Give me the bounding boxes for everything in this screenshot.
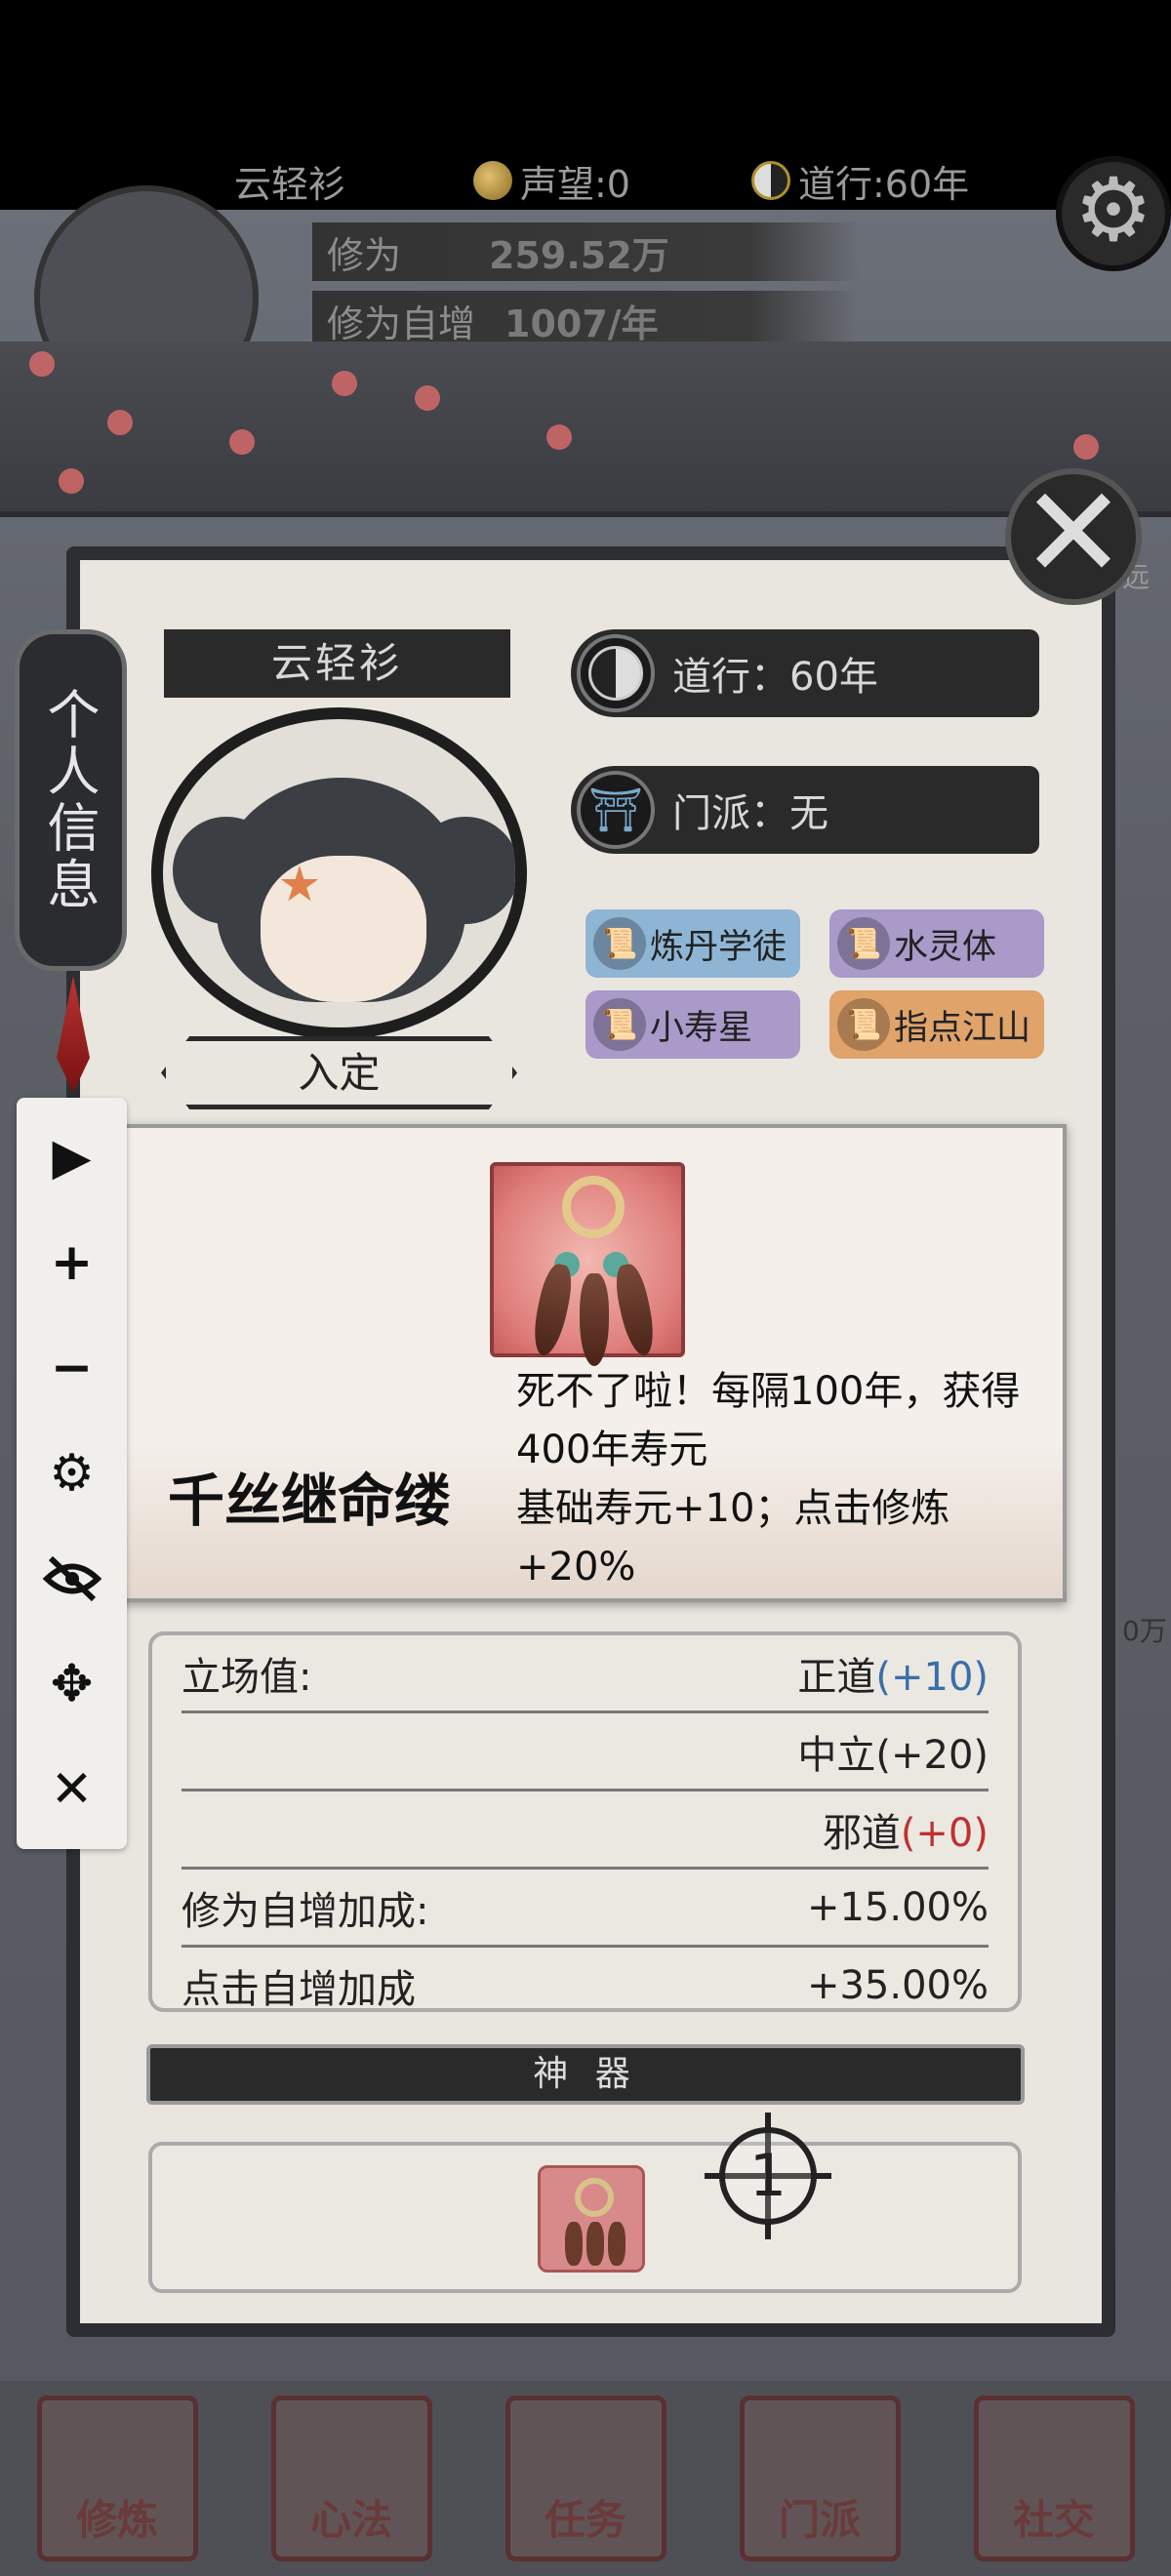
blossom: [59, 468, 84, 494]
nav-sect[interactable]: 门派: [739, 2395, 901, 2561]
click-bonus-label: 点击自增加成: [182, 1966, 416, 2012]
daoxing-text: 道行:60年: [798, 162, 970, 206]
artifact-header: 神 器: [146, 2044, 1025, 2105]
edge-value: 0万: [1122, 1615, 1167, 1647]
eye-off-icon[interactable]: [34, 1541, 109, 1616]
minus-icon[interactable]: −: [34, 1330, 109, 1405]
tag-label: 炼丹学徒: [650, 927, 787, 967]
blossom: [415, 385, 440, 411]
tag-guide-realm[interactable]: 📜 指点江山: [829, 990, 1044, 1059]
hud-name-text: 云轻衫: [234, 162, 346, 206]
nav-cultivate[interactable]: 修炼: [36, 2395, 198, 2561]
desc-line-2: 基础寿元+10；点击修炼+20%: [516, 1486, 950, 1590]
scroll-icon: 📜: [593, 998, 646, 1051]
desc-line-1: 死不了啦！每隔100年，获得400年寿元: [516, 1369, 1021, 1472]
play-icon[interactable]: ▶: [34, 1119, 109, 1194]
crosshair-number: 1: [719, 2127, 817, 2225]
plus-icon[interactable]: +: [34, 1225, 109, 1300]
character-name: 云轻衫: [164, 629, 510, 698]
hud-auto-growth: 修为自增 1007/年: [312, 291, 859, 349]
artifact-item-icon[interactable]: [538, 2165, 645, 2273]
auto-value: 1007/年: [505, 302, 659, 345]
auto-bonus-row: 修为自增加成: +15.00%: [182, 1870, 989, 1948]
hud-cultivation: 修为 259.52万: [312, 222, 859, 281]
tag-label: 水灵体: [894, 927, 997, 967]
hud-reputation: 声望:0: [473, 156, 630, 206]
tag-alchemy-apprentice[interactable]: 📜 炼丹学徒: [586, 909, 800, 978]
stats-list[interactable]: 立场值: 正道(+10) 中立(+20) 邪道(+0) 修为自增加成: +15.…: [148, 1631, 1022, 2012]
item-description: 死不了啦！每隔100年，获得400年寿元 基础寿元+10；点击修炼+20%: [516, 1362, 1063, 1596]
auto-label: 修为自增: [327, 302, 476, 345]
meditate-button[interactable]: 入定: [161, 1036, 517, 1109]
tag-little-longevity[interactable]: 📜 小寿星: [586, 990, 800, 1059]
blossom: [229, 429, 255, 455]
evil-row: 邪道(+0): [182, 1791, 989, 1870]
bottom-navigation: 修炼 心法 任务 门派 社交: [0, 2381, 1171, 2576]
target-crosshair-icon[interactable]: 1: [705, 2113, 831, 2239]
move-icon[interactable]: ✥: [34, 1646, 109, 1721]
coin-icon: [473, 161, 512, 200]
sect-pill: ⛩ 门派：无: [571, 766, 1039, 854]
settings-gear-icon[interactable]: ⚙: [1056, 156, 1171, 271]
nav-social[interactable]: 社交: [973, 2395, 1135, 2561]
item-name: 千丝继命缕: [168, 1468, 452, 1534]
reputation-text: 声望:0: [520, 162, 630, 206]
close-icon[interactable]: ✕: [34, 1751, 109, 1827]
auto-bonus-label: 修为自增加成:: [182, 1888, 429, 1934]
roof-decoration: [0, 342, 1171, 517]
face: [261, 856, 426, 1002]
neutral-row: 中立(+20): [182, 1713, 989, 1791]
auto-bonus-value: +15.00%: [806, 1884, 989, 1930]
floating-toolbar: ▶ + − ⚙ ✥ ✕: [17, 1098, 127, 1849]
daoxing-value: 道行：60年: [672, 655, 878, 700]
blossom: [546, 424, 572, 450]
tag-water-spirit[interactable]: 📜 水灵体: [829, 909, 1044, 978]
gate-icon: ⛩: [577, 771, 655, 849]
panel-close-icon[interactable]: ✕: [1005, 468, 1142, 605]
click-bonus-row: 点击自增加成 +35.00%: [182, 1948, 989, 2012]
click-bonus-value: +35.00%: [806, 1962, 989, 2008]
tab-personal-info[interactable]: 个人信息: [15, 629, 127, 971]
sect-value: 门派：无: [672, 791, 828, 836]
artifact-slot-area: [148, 2142, 1022, 2293]
scroll-icon: 📜: [837, 998, 890, 1051]
blossom: [1073, 434, 1099, 460]
tassel-charm-icon: [490, 1162, 685, 1366]
cultivation-label: 修为: [327, 233, 402, 277]
tag-label: 小寿星: [650, 1008, 753, 1048]
righteous-value: 正道(+10): [797, 1654, 989, 1700]
hud-player-name: 云轻衫: [234, 156, 346, 206]
scroll-icon: 📜: [837, 917, 890, 970]
blossom: [332, 371, 357, 396]
daoxing-pill: 道行：60年: [571, 629, 1039, 717]
evil-value: 邪道(+0): [822, 1810, 989, 1856]
stance-row: 立场值: 正道(+10): [182, 1635, 989, 1713]
cultivation-value: 259.52万: [489, 233, 669, 277]
blossom: [29, 351, 55, 377]
nav-mind-method[interactable]: 心法: [270, 2395, 432, 2561]
scroll-icon: 📜: [593, 917, 646, 970]
neutral-value: 中立(+20): [797, 1732, 989, 1778]
nav-tasks[interactable]: 任务: [505, 2395, 666, 2561]
character-portrait: [151, 707, 527, 1039]
hud-daoxing: 道行:60年: [751, 156, 970, 206]
yinyang-icon: [577, 634, 655, 712]
stance-label: 立场值:: [182, 1654, 312, 1700]
yinyang-icon: [751, 161, 790, 200]
blossom: [107, 410, 133, 435]
item-tooltip: 千丝继命缕 死不了啦！每隔100年，获得400年寿元 基础寿元+10；点击修炼+…: [110, 1124, 1067, 1602]
gear-icon[interactable]: ⚙: [34, 1435, 109, 1510]
tag-label: 指点江山: [894, 1008, 1031, 1048]
